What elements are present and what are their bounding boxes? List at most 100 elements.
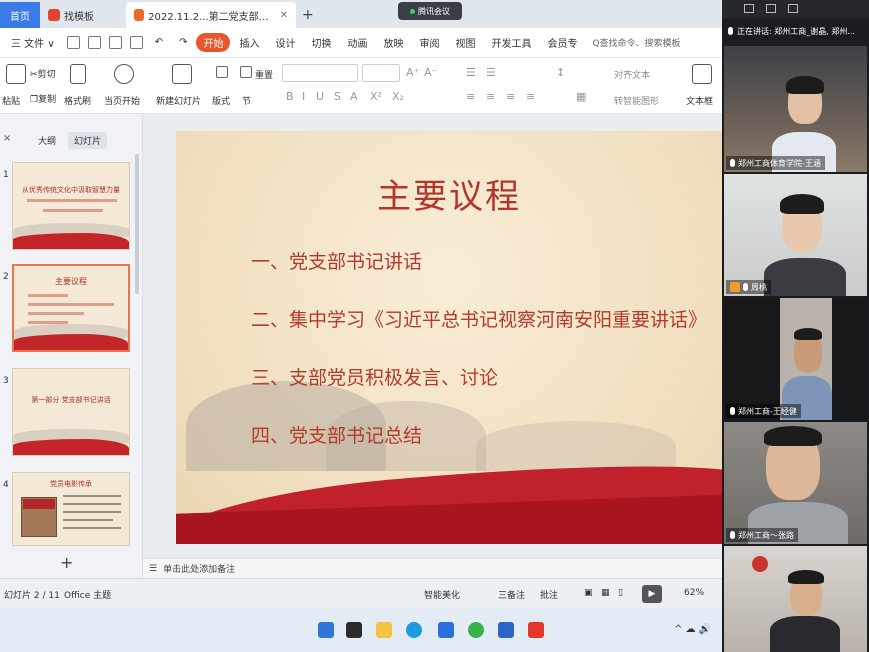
italic-button[interactable]: I	[302, 90, 305, 103]
menu-tab-design[interactable]: 设计	[268, 33, 302, 52]
agenda-item-4[interactable]: 四、党支部书记总结	[251, 421, 422, 448]
tab-home[interactable]: 首页	[0, 2, 40, 28]
font-grow-icon[interactable]: A⁺	[406, 66, 419, 79]
panel-scrollbar[interactable]	[135, 154, 139, 294]
participant-video-3[interactable]: 郑州工商-王经健	[724, 298, 867, 420]
tab-document[interactable]: 2022.11.2...第二党支部组织生活 ✕	[126, 2, 296, 28]
subscript-button[interactable]: X₂	[392, 90, 404, 103]
numbering-icon[interactable]: ☰	[486, 66, 496, 79]
agenda-item-1[interactable]: 一、党支部书记讲话	[251, 247, 422, 274]
menu-tab-home[interactable]: 开始	[196, 33, 231, 52]
command-search[interactable]: Q查找命令、搜索模板	[592, 36, 680, 49]
align-center-icon[interactable]: ≡	[486, 90, 495, 103]
columns-icon[interactable]: ▦	[576, 90, 586, 103]
smart-beautify-button[interactable]: 智能美化	[424, 588, 460, 601]
textbox-icon[interactable]	[692, 64, 712, 84]
notes-toggle-button[interactable]: 三备注	[498, 588, 525, 601]
participant-video-4[interactable]: 郑州工商～张路	[724, 422, 867, 544]
zoom-level[interactable]: 62%	[684, 588, 704, 598]
wps-icon[interactable]	[528, 622, 544, 638]
start-from-current-button[interactable]: 当页开始	[104, 94, 140, 107]
justify-icon[interactable]: ≡	[526, 90, 535, 103]
menu-tab-developer[interactable]: 开发工具	[484, 33, 538, 52]
add-slide-button[interactable]: +	[60, 553, 73, 572]
new-tab-button[interactable]: +	[302, 7, 314, 28]
new-slide-icon[interactable]	[172, 64, 192, 84]
align-left-icon[interactable]: ≡	[466, 90, 475, 103]
layout-icon[interactable]	[216, 66, 228, 78]
reset-icon[interactable]	[240, 66, 252, 78]
font-shrink-icon[interactable]: A⁻	[424, 66, 437, 79]
meeting-indicator[interactable]: 腾讯会议	[398, 2, 462, 20]
app-icon[interactable]	[498, 622, 514, 638]
textbox-button[interactable]: 文本框	[686, 94, 713, 107]
layout-button[interactable]: 版式	[212, 94, 230, 107]
start-menu-icon[interactable]	[318, 622, 334, 638]
underline-button[interactable]: U	[316, 90, 324, 103]
convert-smartart-button[interactable]: 转智能图形	[614, 94, 659, 107]
cut-button[interactable]: ✂剪切	[30, 67, 56, 80]
tencent-meeting-icon[interactable]	[438, 622, 454, 638]
close-panel-icon[interactable]: ×	[3, 133, 11, 144]
menu-tab-member[interactable]: 会员专	[540, 33, 584, 52]
current-slide[interactable]: 主要议程 一、党支部书记讲话 二、集中学习《习近平总书记视察河南安阳重要讲话》 …	[176, 131, 722, 544]
align-text-button[interactable]: 对齐文本	[614, 68, 650, 81]
section-button[interactable]: 节	[242, 94, 251, 107]
close-tab-icon[interactable]: ✕	[280, 10, 288, 21]
menu-tab-insert[interactable]: 插入	[232, 33, 266, 52]
participant-video-5[interactable]	[724, 546, 867, 652]
menu-tab-slideshow[interactable]: 放映	[376, 33, 410, 52]
theme-name[interactable]: Office 主题	[64, 588, 111, 601]
normal-view-icon[interactable]: ▣	[584, 588, 593, 598]
font-family-select[interactable]	[282, 64, 358, 82]
bullets-icon[interactable]: ☰	[466, 66, 476, 79]
tab-template[interactable]: 找模板	[40, 2, 126, 28]
save-icon[interactable]	[66, 36, 80, 49]
superscript-button[interactable]: X²	[370, 90, 382, 103]
print-preview-icon[interactable]	[129, 36, 143, 49]
align-right-icon[interactable]: ≡	[506, 90, 515, 103]
slide-thumbnail-3[interactable]: 第一部分 党支部书记讲话	[12, 368, 130, 456]
system-tray[interactable]: ^☁🔊	[674, 624, 714, 635]
slide-thumbnail-2[interactable]: 主要议程	[12, 264, 130, 352]
format-painter-button[interactable]: 格式刷	[64, 94, 91, 107]
fullscreen-icon[interactable]	[788, 4, 798, 13]
slide-title[interactable]: 主要议程	[176, 169, 722, 218]
sorter-view-icon[interactable]: ▦	[601, 588, 610, 598]
slideshow-play-icon[interactable]: ▶	[642, 585, 662, 603]
minimize-icon[interactable]	[766, 4, 776, 13]
redo-icon[interactable]: ↷	[172, 35, 194, 50]
menu-tab-transition[interactable]: 切换	[304, 33, 338, 52]
reset-button[interactable]: 重置	[255, 68, 273, 81]
comments-button[interactable]: 批注	[540, 588, 558, 601]
task-view-icon[interactable]	[346, 622, 362, 638]
participant-video-2[interactable]: 周桃	[724, 174, 867, 296]
agenda-item-2[interactable]: 二、集中学习《习近平总书记视察河南安阳重要讲话》	[251, 305, 707, 332]
play-from-current-icon[interactable]	[114, 64, 134, 84]
bold-button[interactable]: B	[286, 90, 294, 103]
format-painter-icon[interactable]	[70, 64, 86, 84]
menu-tab-review[interactable]: 审阅	[412, 33, 446, 52]
file-explorer-icon[interactable]	[376, 622, 392, 638]
tab-outline[interactable]: 大纲	[32, 132, 62, 149]
slide-thumbnail-1[interactable]: 从优秀传统文化中汲取智慧力量	[12, 162, 130, 250]
wechat-icon[interactable]	[468, 622, 484, 638]
undo-icon[interactable]: ↶	[148, 35, 170, 50]
file-menu[interactable]: 三 文件 ∨	[4, 33, 62, 52]
menu-tab-animation[interactable]: 动画	[340, 33, 374, 52]
paste-button[interactable]: 粘贴	[2, 94, 20, 107]
participant-video-1[interactable]: 郑州工商体育学院-王涵	[724, 46, 867, 172]
notes-bar[interactable]: ☰ 单击此处添加备注	[143, 558, 722, 578]
edge-browser-icon[interactable]	[406, 622, 422, 638]
agenda-item-3[interactable]: 三、支部党员积极发言、讨论	[251, 363, 498, 390]
font-size-select[interactable]	[362, 64, 400, 82]
slide-thumbnail-4[interactable]: 党员电影传承	[12, 472, 130, 546]
paste-icon[interactable]	[6, 64, 26, 84]
font-color-button[interactable]: A	[350, 90, 358, 103]
print-icon[interactable]	[108, 36, 122, 49]
tab-slides[interactable]: 幻灯片	[68, 132, 108, 149]
strikethrough-button[interactable]: S	[334, 90, 341, 103]
menu-tab-view[interactable]: 视图	[448, 33, 482, 52]
copy-button[interactable]: ❐复制	[30, 92, 56, 105]
new-slide-button[interactable]: 新建幻灯片	[156, 94, 201, 107]
